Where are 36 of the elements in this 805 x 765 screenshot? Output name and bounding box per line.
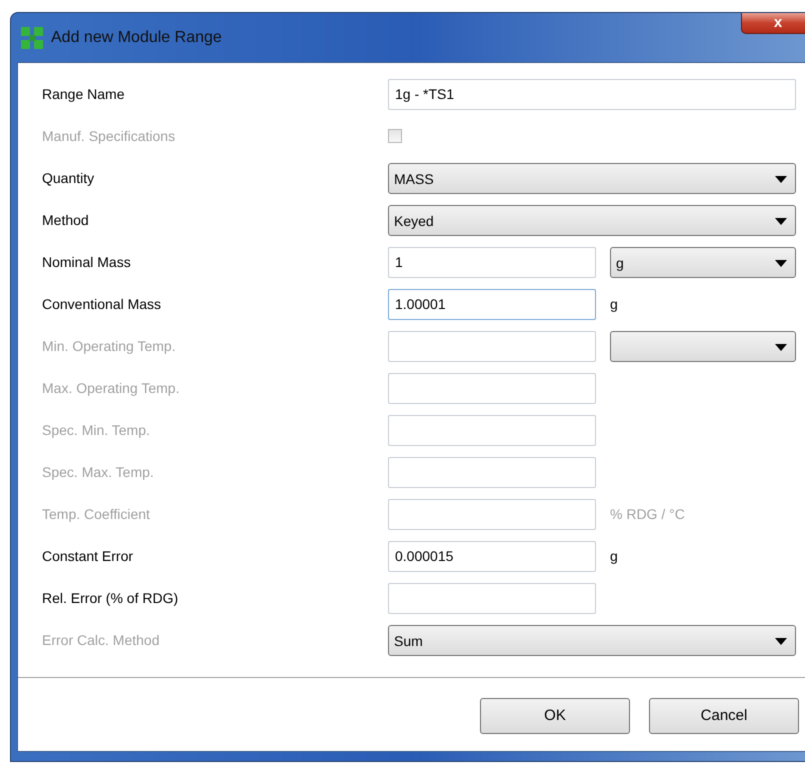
field-label: Quantity — [42, 168, 96, 188]
unit-label: g — [610, 294, 618, 314]
dropdown[interactable]: Keyed — [388, 204, 796, 236]
field-label: Constant Error — [42, 546, 134, 566]
ok-button[interactable]: OK — [480, 698, 630, 734]
window-title: Add new Module Range — [51, 28, 222, 48]
field-label: Min. Operating Temp. — [42, 336, 177, 356]
unit-label: % RDG / °C — [610, 504, 685, 524]
input-field[interactable]: 0.000015 — [388, 540, 596, 572]
field-label: Manuf. Specifications — [42, 126, 176, 146]
field-label: Nominal Mass — [42, 252, 132, 272]
field-label: Temp. Coefficient — [42, 504, 151, 524]
dropdown-caret-icon — [775, 638, 787, 645]
input-field[interactable]: 1 — [388, 246, 596, 278]
dropdown-caret-icon — [775, 260, 787, 267]
app-icon — [21, 26, 43, 48]
field-label: Conventional Mass — [42, 294, 162, 314]
input-field[interactable]: 1.00001 — [388, 288, 596, 320]
field-label: Error Calc. Method — [42, 630, 160, 650]
dropdown-caret-icon — [775, 176, 787, 183]
field-label: Method — [42, 210, 90, 230]
field-label: Spec. Min. Temp. — [42, 420, 151, 440]
field-label: Max. Operating Temp. — [42, 378, 180, 398]
cancel-button[interactable]: Cancel — [649, 698, 799, 734]
dropdown[interactable]: MASS — [388, 162, 796, 194]
dropdown-caret-icon — [775, 344, 787, 351]
field-label: Spec. Max. Temp. — [42, 462, 155, 482]
input-field[interactable]: 1g - *TS1 — [388, 78, 796, 110]
dropdown[interactable] — [610, 330, 796, 362]
unit-label: g — [610, 546, 618, 566]
dropdown[interactable]: g — [610, 246, 796, 278]
dropdown-caret-icon — [775, 218, 787, 225]
field-label: Range Name — [42, 84, 126, 104]
field-label: Rel. Error (% of RDG) — [42, 588, 180, 608]
input-field[interactable] — [388, 582, 596, 614]
close-button[interactable]: x — [741, 13, 805, 34]
